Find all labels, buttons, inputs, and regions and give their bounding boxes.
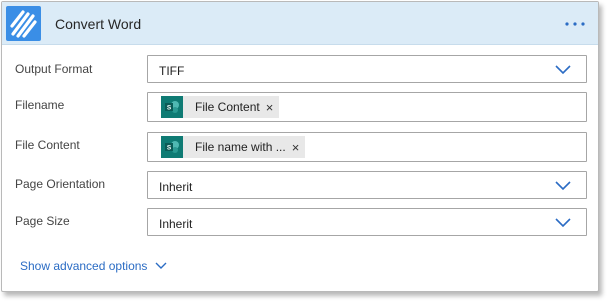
output-format-dropdown[interactable]: TIFF — [147, 55, 587, 83]
file-content-field[interactable]: S File name with ... × — [147, 132, 587, 162]
filename-label: Filename — [15, 98, 65, 112]
page-orientation-dropdown[interactable]: Inherit — [147, 171, 587, 199]
page-size-label: Page Size — [15, 214, 70, 228]
svg-text:S: S — [167, 145, 172, 152]
card-title: Convert Word — [55, 16, 142, 32]
chevron-down-icon — [555, 218, 571, 228]
remove-token-icon[interactable]: × — [292, 141, 306, 154]
page-orientation-value: Inherit — [159, 180, 193, 194]
card-header[interactable]: Convert Word — [2, 2, 598, 45]
ellipsis-icon[interactable] — [564, 16, 586, 32]
filename-token-text: File Content — [195, 100, 260, 114]
file-content-token-text: File name with ... — [195, 140, 286, 154]
output-format-value: TIFF — [159, 64, 185, 78]
action-card: Convert Word Output Format TIFF Filename — [1, 1, 599, 292]
sharepoint-icon: S — [161, 96, 183, 118]
svg-text:S: S — [167, 105, 172, 112]
file-content-label: File Content — [15, 138, 80, 152]
file-content-token: S File name with ... × — [161, 136, 306, 158]
page-size-value: Inherit — [159, 217, 193, 231]
filename-token: S File Content × — [161, 96, 280, 118]
sharepoint-icon: S — [161, 136, 183, 158]
chevron-down-icon — [155, 262, 167, 269]
chevron-down-icon — [555, 181, 571, 191]
striped-logo-icon — [6, 6, 41, 41]
page-orientation-label: Page Orientation — [15, 177, 106, 191]
show-advanced-options-link[interactable]: Show advanced options — [20, 259, 167, 273]
remove-token-icon[interactable]: × — [266, 101, 280, 114]
chevron-down-icon — [555, 65, 571, 75]
filename-field[interactable]: S File Content × — [147, 92, 587, 122]
show-advanced-options-label: Show advanced options — [20, 259, 148, 273]
output-format-label: Output Format — [15, 62, 93, 76]
page-size-dropdown[interactable]: Inherit — [147, 208, 587, 236]
